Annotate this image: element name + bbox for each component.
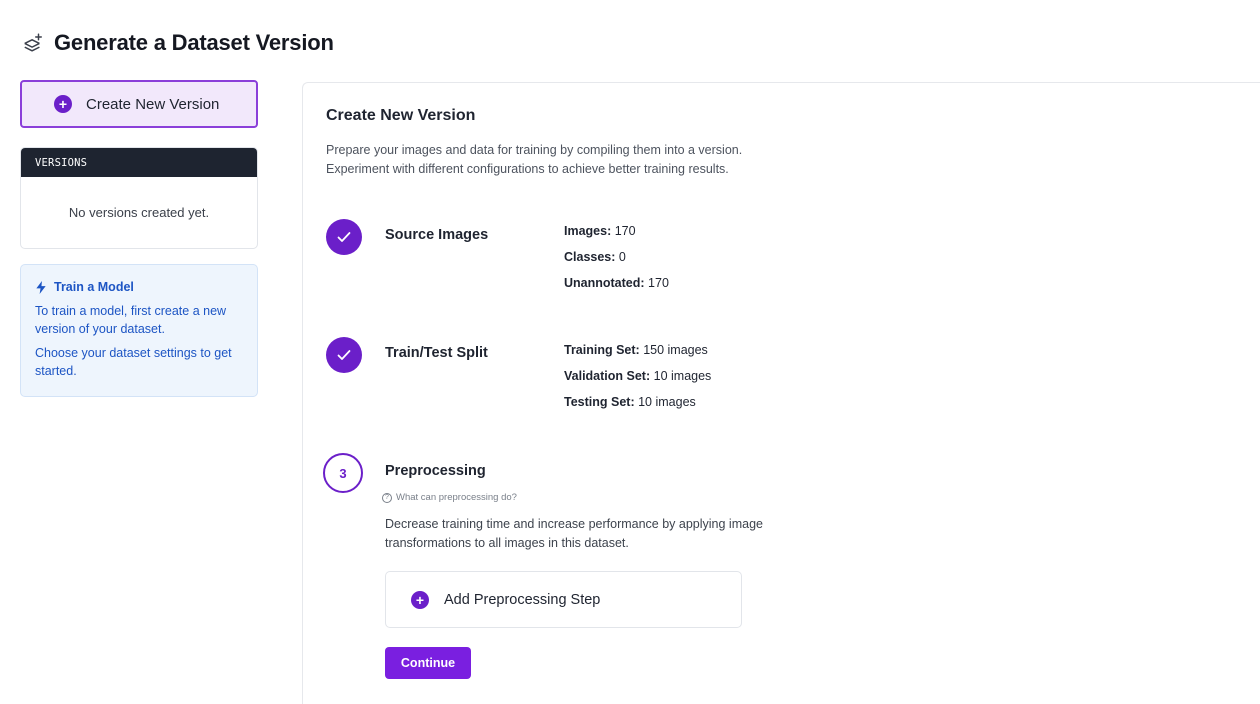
section-description-line-2: Experiment with different configurations…	[326, 162, 729, 176]
stat-key: Images:	[564, 224, 612, 238]
preprocessing-description-line-1: Decrease training time and increase perf…	[385, 517, 763, 531]
section-description-line-1: Prepare your images and data for trainin…	[326, 143, 743, 157]
stat-row: Testing Set: 10 images	[564, 393, 711, 419]
page-title: Generate a Dataset Version	[54, 30, 334, 55]
step-source-images-title[interactable]: Source Images	[385, 227, 488, 243]
train-model-text-2: Choose your dataset settings to get star…	[35, 346, 232, 378]
versions-heading: VERSIONS	[21, 148, 257, 177]
stat-value: 0	[618, 250, 626, 264]
create-new-version-label: Create New Version	[86, 95, 220, 113]
train-model-title-text: Train a Model	[54, 280, 134, 294]
stat-row: Images: 170	[564, 222, 669, 248]
plus-circle-icon: +	[411, 590, 429, 609]
stat-key: Training Set:	[564, 343, 640, 357]
section-title: Create New Version	[326, 107, 476, 124]
train-model-title: Train a Model	[35, 280, 243, 294]
stat-key: Classes:	[564, 250, 616, 264]
preprocessing-help-link[interactable]: ? What can preprocessing do?	[382, 492, 517, 503]
plus-circle-icon: +	[54, 95, 72, 113]
stat-row: Classes: 0	[564, 248, 669, 274]
lightning-icon	[36, 280, 46, 294]
train-test-split-stats: Training Set: 150 images Validation Set:…	[564, 341, 711, 419]
section-description: Prepare your images and data for trainin…	[326, 141, 742, 179]
stat-row: Unannotated: 170	[564, 274, 669, 300]
step-train-test-split-title[interactable]: Train/Test Split	[385, 345, 488, 361]
step-preprocessing-number: 3	[323, 453, 363, 493]
preprocessing-help-text: What can preprocessing do?	[396, 492, 517, 503]
stat-value: 170	[648, 276, 669, 290]
stat-value: 10 images	[638, 395, 696, 409]
stat-row: Training Set: 150 images	[564, 341, 711, 367]
source-images-stats: Images: 170 Classes: 0 Unannotated: 170	[564, 222, 669, 300]
stat-value: 150 images	[643, 343, 708, 357]
stat-key: Unannotated:	[564, 276, 645, 290]
question-icon: ?	[382, 492, 392, 503]
create-new-version-button[interactable]: + Create New Version	[20, 80, 258, 128]
continue-button[interactable]: Continue	[385, 647, 471, 679]
step-source-images-check	[326, 219, 362, 255]
stat-value: 10 images	[653, 369, 712, 383]
stat-key: Validation Set:	[564, 369, 651, 383]
stat-key: Testing Set:	[564, 395, 635, 409]
preprocessing-description-line-2: transformations to all images in this da…	[385, 536, 629, 550]
create-version-panel: Create New Version Prepare your images a…	[302, 82, 1260, 704]
page-header: Generate a Dataset Version	[22, 30, 334, 56]
step-train-test-split-check	[326, 337, 362, 373]
train-model-card: Train a Model To train a model, first cr…	[20, 264, 258, 397]
step-preprocessing-title: Preprocessing	[385, 463, 486, 479]
check-icon	[337, 232, 351, 242]
stat-row: Validation Set: 10 images	[564, 367, 711, 393]
versions-empty-message: No versions created yet.	[68, 205, 210, 220]
add-preprocessing-step-label: Add Preprocessing Step	[444, 591, 601, 608]
versions-panel: VERSIONS No versions created yet.	[20, 147, 258, 249]
train-model-text-1: To train a model, first create a new ver…	[35, 304, 227, 336]
preprocessing-description: Decrease training time and increase perf…	[385, 515, 763, 553]
check-icon	[337, 350, 351, 360]
add-preprocessing-step-button[interactable]: + Add Preprocessing Step	[385, 571, 742, 628]
layers-icon	[24, 33, 42, 52]
stat-value: 170	[614, 224, 636, 238]
sidebar: + Create New Version VERSIONS No version…	[20, 80, 258, 397]
